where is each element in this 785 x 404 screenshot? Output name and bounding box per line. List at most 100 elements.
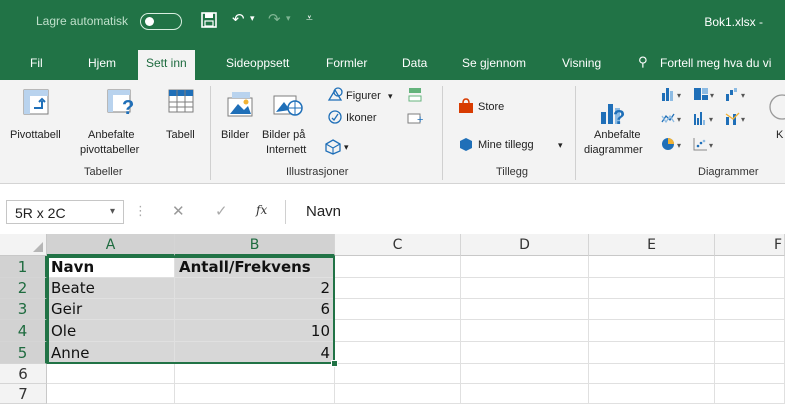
tab-review[interactable]: Se gjennom — [462, 56, 526, 70]
cell-e1[interactable] — [589, 256, 715, 278]
smartart-icon[interactable] — [406, 86, 424, 109]
cell-b7[interactable] — [175, 384, 335, 404]
cell-a7[interactable] — [47, 384, 175, 404]
combo-chart-icon[interactable]: ▾ — [724, 110, 750, 131]
cell-d4[interactable] — [461, 320, 589, 342]
3d-models-icon[interactable] — [324, 138, 342, 161]
pictures-label[interactable]: Bilder — [221, 128, 249, 142]
row-header-7[interactable]: 7 — [0, 384, 47, 404]
fill-handle[interactable] — [331, 360, 338, 367]
formula-input[interactable]: Navn — [285, 200, 785, 224]
cell-b5[interactable]: 4 — [175, 342, 335, 364]
recommended-charts-icon[interactable]: ? — [598, 98, 628, 131]
line-chart-icon[interactable]: ▾ — [660, 110, 686, 131]
cell-e3[interactable] — [589, 299, 715, 320]
name-box[interactable]: 5R x 2C ▾ — [6, 200, 124, 224]
cell-b3[interactable]: 6 — [175, 299, 335, 320]
insert-function-icon[interactable]: fx — [256, 203, 267, 217]
column-header-b[interactable]: B — [175, 234, 335, 256]
cell-d7[interactable] — [461, 384, 589, 404]
row-header-6[interactable]: 6 — [0, 364, 47, 384]
tab-formulas[interactable]: Formler — [326, 56, 367, 70]
tab-home[interactable]: Hjem — [88, 56, 116, 70]
tab-file[interactable]: Fil — [30, 56, 43, 70]
column-header-f[interactable]: F — [715, 234, 785, 256]
cell-f6[interactable] — [715, 364, 785, 384]
formula-bar-grip-icon[interactable]: ⋮ — [134, 203, 147, 219]
row-header-2[interactable]: 2 — [0, 278, 47, 299]
tab-data[interactable]: Data — [402, 56, 427, 70]
cell-b1[interactable]: Antall/Frekvens — [175, 256, 335, 278]
column-header-c[interactable]: C — [335, 234, 461, 256]
cell-b4[interactable]: 10 — [175, 320, 335, 342]
my-addins-label[interactable]: Mine tillegg — [478, 138, 534, 152]
cell-d1[interactable] — [461, 256, 589, 278]
online-pictures-label-2[interactable]: Internett — [266, 143, 306, 157]
recommended-pivot-label-1[interactable]: Anbefalte — [88, 128, 134, 142]
hierarchy-chart-icon[interactable]: ▾ — [692, 86, 718, 107]
cell-c3[interactable] — [335, 299, 461, 320]
column-header-d[interactable]: D — [461, 234, 589, 256]
cell-f3[interactable] — [715, 299, 785, 320]
maps-chart-label-fragment[interactable]: K — [776, 128, 783, 142]
cell-f2[interactable] — [715, 278, 785, 299]
recommended-pivot-label-2[interactable]: pivottabeller — [80, 143, 139, 157]
cell-e5[interactable] — [589, 342, 715, 364]
icons-label[interactable]: Ikoner — [346, 111, 377, 125]
cell-e4[interactable] — [589, 320, 715, 342]
cell-d2[interactable] — [461, 278, 589, 299]
recommended-pivot-icon[interactable]: ? — [106, 86, 136, 121]
tell-me-box[interactable]: Fortell meg hva du vi — [660, 56, 771, 70]
cell-f7[interactable] — [715, 384, 785, 404]
row-header-5[interactable]: 5 — [0, 342, 47, 364]
tab-insert[interactable]: Sett inn — [138, 50, 195, 80]
cell-c6[interactable] — [335, 364, 461, 384]
cell-f5[interactable] — [715, 342, 785, 364]
cell-f4[interactable] — [715, 320, 785, 342]
3d-models-dropdown-icon[interactable]: ▾ — [344, 140, 349, 154]
tab-view[interactable]: Visning — [562, 56, 601, 70]
scatter-chart-icon[interactable]: ▾ — [692, 136, 718, 157]
icons-icon[interactable] — [326, 108, 344, 131]
column-chart-icon[interactable]: ▾ — [660, 86, 686, 107]
cell-c5[interactable] — [335, 342, 461, 364]
cell-b2[interactable]: 2 — [175, 278, 335, 299]
cell-a1[interactable]: Navn — [47, 256, 175, 278]
cell-e6[interactable] — [589, 364, 715, 384]
undo-dropdown-icon[interactable]: ▾ — [250, 13, 255, 24]
cell-d5[interactable] — [461, 342, 589, 364]
column-header-e[interactable]: E — [589, 234, 715, 256]
name-box-dropdown-icon[interactable]: ▾ — [110, 206, 115, 217]
cell-e7[interactable] — [589, 384, 715, 404]
customize-qat-icon[interactable]: ⩡ — [306, 11, 313, 26]
pie-chart-icon[interactable]: ▾ — [660, 136, 686, 157]
cell-c7[interactable] — [335, 384, 461, 404]
pictures-icon[interactable] — [226, 90, 256, 123]
shapes-dropdown-icon[interactable]: ▾ — [388, 89, 393, 103]
row-header-4[interactable]: 4 — [0, 320, 47, 342]
waterfall-chart-icon[interactable]: ▾ — [724, 86, 750, 107]
enter-icon[interactable]: ✓ — [215, 202, 228, 220]
recommended-charts-label-2[interactable]: diagrammer — [584, 143, 643, 157]
cell-a3[interactable]: Geir — [47, 299, 175, 320]
online-pictures-label-1[interactable]: Bilder på — [262, 128, 305, 142]
tab-page-layout[interactable]: Sideoppsett — [226, 56, 289, 70]
store-icon[interactable] — [458, 98, 474, 119]
cell-e2[interactable] — [589, 278, 715, 299]
cell-c1[interactable] — [335, 256, 461, 278]
cell-c4[interactable] — [335, 320, 461, 342]
recommended-charts-label-1[interactable]: Anbefalte — [594, 128, 640, 142]
statistic-chart-icon[interactable]: ▾ — [692, 110, 718, 131]
store-label[interactable]: Store — [478, 100, 504, 114]
cell-a4[interactable]: Ole — [47, 320, 175, 342]
select-all-button[interactable] — [0, 234, 47, 256]
cell-a2[interactable]: Beate — [47, 278, 175, 299]
cell-c2[interactable] — [335, 278, 461, 299]
maps-chart-icon[interactable] — [766, 92, 785, 127]
column-header-a[interactable]: A — [47, 234, 175, 256]
cell-a5[interactable]: Anne — [47, 342, 175, 364]
worksheet-grid[interactable]: A B C D E F 1 2 3 4 5 6 7 Navn Antall/Fr… — [0, 234, 785, 404]
table-label[interactable]: Tabell — [166, 128, 195, 142]
online-pictures-icon[interactable] — [272, 88, 304, 123]
cell-d6[interactable] — [461, 364, 589, 384]
